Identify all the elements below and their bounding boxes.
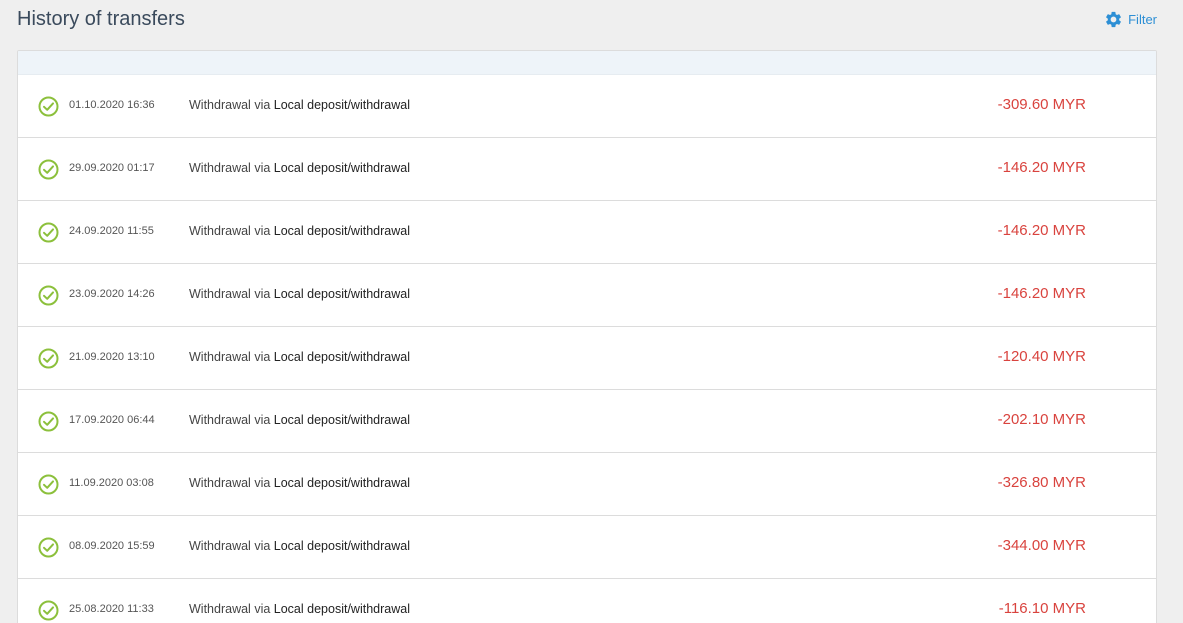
page-header: History of transfers Filter	[17, 0, 1157, 40]
gear-icon	[1104, 10, 1123, 29]
transfer-amount: -146.20 MYR	[997, 285, 1086, 302]
transfer-via: via	[254, 476, 271, 490]
transfer-row[interactable]: 08.09.2020 15:59 Withdrawal via Local de…	[18, 516, 1156, 579]
table-header-strip	[18, 51, 1156, 75]
transfer-row[interactable]: 25.08.2020 11:33 Withdrawal via Local de…	[18, 579, 1156, 623]
transfer-via: via	[254, 413, 271, 427]
check-circle-icon	[38, 96, 59, 117]
transfer-method: Local deposit/withdrawal	[273, 98, 410, 112]
check-circle-icon	[38, 537, 59, 558]
transfer-type: Withdrawal	[189, 539, 251, 553]
transfer-row[interactable]: 23.09.2020 14:26 Withdrawal via Local de…	[18, 264, 1156, 327]
check-circle-icon	[38, 285, 59, 306]
filter-button[interactable]: Filter	[1104, 10, 1157, 29]
check-circle-icon	[38, 222, 59, 243]
transfer-method: Local deposit/withdrawal	[273, 287, 410, 301]
check-circle-icon	[38, 411, 59, 432]
transfer-method: Local deposit/withdrawal	[273, 413, 410, 427]
transfer-type: Withdrawal	[189, 98, 251, 112]
transfer-type: Withdrawal	[189, 602, 251, 616]
transfer-description: Withdrawal via Local deposit/withdrawal	[189, 161, 410, 175]
transfer-date: 17.09.2020 06:44	[69, 414, 155, 426]
transfer-type: Withdrawal	[189, 476, 251, 490]
transfer-date: 01.10.2020 16:36	[69, 99, 155, 111]
transfer-type: Withdrawal	[189, 224, 251, 238]
transfer-via: via	[254, 539, 271, 553]
transfer-description: Withdrawal via Local deposit/withdrawal	[189, 287, 410, 301]
transfer-type: Withdrawal	[189, 287, 251, 301]
transfer-amount: -202.10 MYR	[997, 411, 1086, 428]
transfer-via: via	[254, 98, 271, 112]
transfer-method: Local deposit/withdrawal	[273, 539, 410, 553]
transfer-method: Local deposit/withdrawal	[273, 476, 410, 490]
transfer-type: Withdrawal	[189, 413, 251, 427]
transfer-row[interactable]: 29.09.2020 01:17 Withdrawal via Local de…	[18, 138, 1156, 201]
transfer-method: Local deposit/withdrawal	[273, 224, 410, 238]
page-title: History of transfers	[17, 8, 185, 30]
transfer-date: 23.09.2020 14:26	[69, 288, 155, 300]
transfer-via: via	[254, 161, 271, 175]
transfer-via: via	[254, 224, 271, 238]
transfer-row[interactable]: 21.09.2020 13:10 Withdrawal via Local de…	[18, 327, 1156, 390]
filter-label: Filter	[1128, 12, 1157, 27]
transfer-type: Withdrawal	[189, 161, 251, 175]
transfer-amount: -146.20 MYR	[997, 222, 1086, 239]
transfer-description: Withdrawal via Local deposit/withdrawal	[189, 539, 410, 553]
transfer-date: 08.09.2020 15:59	[69, 540, 155, 552]
transfer-amount: -146.20 MYR	[997, 159, 1086, 176]
transfer-amount: -344.00 MYR	[997, 537, 1086, 554]
transfer-amount: -120.40 MYR	[997, 348, 1086, 365]
transfer-date: 25.08.2020 11:33	[69, 603, 154, 615]
transfer-method: Local deposit/withdrawal	[273, 161, 410, 175]
transfer-row[interactable]: 24.09.2020 11:55 Withdrawal via Local de…	[18, 201, 1156, 264]
transfer-method: Local deposit/withdrawal	[273, 350, 410, 364]
transfer-row[interactable]: 01.10.2020 16:36 Withdrawal via Local de…	[18, 75, 1156, 138]
transfer-row[interactable]: 11.09.2020 03:08 Withdrawal via Local de…	[18, 453, 1156, 516]
transfer-description: Withdrawal via Local deposit/withdrawal	[189, 224, 410, 238]
transfer-description: Withdrawal via Local deposit/withdrawal	[189, 476, 410, 490]
transfer-date: 11.09.2020 03:08	[69, 477, 154, 489]
transfer-description: Withdrawal via Local deposit/withdrawal	[189, 98, 410, 112]
check-circle-icon	[38, 348, 59, 369]
transfer-via: via	[254, 287, 271, 301]
check-circle-icon	[38, 600, 59, 621]
check-circle-icon	[38, 159, 59, 180]
transfer-amount: -326.80 MYR	[997, 474, 1086, 491]
transfers-panel: 01.10.2020 16:36 Withdrawal via Local de…	[17, 50, 1157, 623]
transfer-date: 21.09.2020 13:10	[69, 351, 155, 363]
transfer-via: via	[254, 602, 271, 616]
transfer-via: via	[254, 350, 271, 364]
check-circle-icon	[38, 474, 59, 495]
transfer-amount: -309.60 MYR	[997, 96, 1086, 113]
transfers-list: 01.10.2020 16:36 Withdrawal via Local de…	[18, 75, 1156, 623]
transfer-method: Local deposit/withdrawal	[273, 602, 410, 616]
transfer-description: Withdrawal via Local deposit/withdrawal	[189, 413, 410, 427]
transfer-description: Withdrawal via Local deposit/withdrawal	[189, 602, 410, 616]
transfer-date: 29.09.2020 01:17	[69, 162, 155, 174]
transfer-description: Withdrawal via Local deposit/withdrawal	[189, 350, 410, 364]
transfer-amount: -116.10 MYR	[998, 600, 1086, 617]
transfer-date: 24.09.2020 11:55	[69, 225, 154, 237]
transfer-type: Withdrawal	[189, 350, 251, 364]
transfer-row[interactable]: 17.09.2020 06:44 Withdrawal via Local de…	[18, 390, 1156, 453]
